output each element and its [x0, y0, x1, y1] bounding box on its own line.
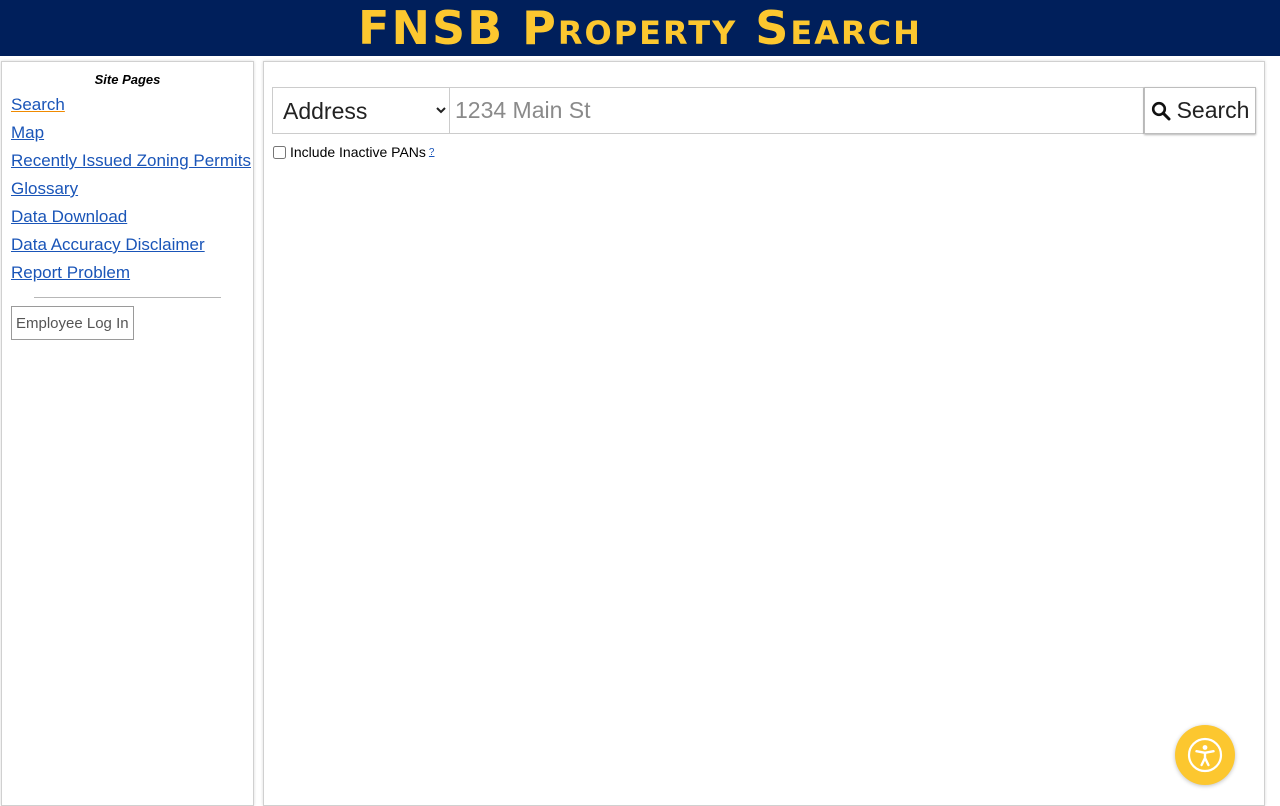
sidebar-divider	[34, 297, 221, 298]
accessibility-button[interactable]	[1175, 725, 1235, 785]
search-bar: Address Search	[272, 87, 1256, 134]
magnifier-icon	[1151, 101, 1171, 120]
site-pages-nav: Search Map Recently Issued Zoning Permit…	[2, 91, 253, 287]
nav-link-map[interactable]: Map	[11, 123, 44, 142]
nav-link-zoning-permits[interactable]: Recently Issued Zoning Permits	[11, 151, 251, 170]
inactive-pans-option: Include Inactive PANs ?	[272, 144, 434, 160]
help-link[interactable]: ?	[429, 147, 435, 158]
site-title: FNSB Property Search	[358, 1, 922, 55]
search-input[interactable]	[449, 87, 1144, 134]
include-inactive-checkbox[interactable]	[273, 145, 286, 159]
search-type-select[interactable]: Address	[272, 87, 449, 134]
sidebar-heading: Site Pages	[94, 72, 161, 87]
employee-login-button[interactable]: Employee Log In	[11, 306, 134, 340]
main-panel: Address Search Include Inactive PANs ?	[263, 61, 1265, 806]
nav-link-report-problem[interactable]: Report Problem	[11, 263, 130, 282]
sidebar: Site Pages Search Map Recently Issued Zo…	[1, 61, 254, 806]
nav-link-data-disclaimer[interactable]: Data Accuracy Disclaimer	[11, 235, 205, 254]
nav-link-data-download[interactable]: Data Download	[11, 207, 127, 226]
include-inactive-label: Include Inactive PANs	[290, 144, 426, 160]
nav-link-glossary[interactable]: Glossary	[11, 179, 78, 198]
search-button[interactable]: Search	[1144, 87, 1256, 134]
nav-link-search[interactable]: Search	[11, 95, 65, 114]
accessibility-person-icon	[1187, 737, 1223, 773]
search-button-label: Search	[1176, 97, 1250, 123]
site-header: FNSB Property Search	[0, 0, 1280, 56]
